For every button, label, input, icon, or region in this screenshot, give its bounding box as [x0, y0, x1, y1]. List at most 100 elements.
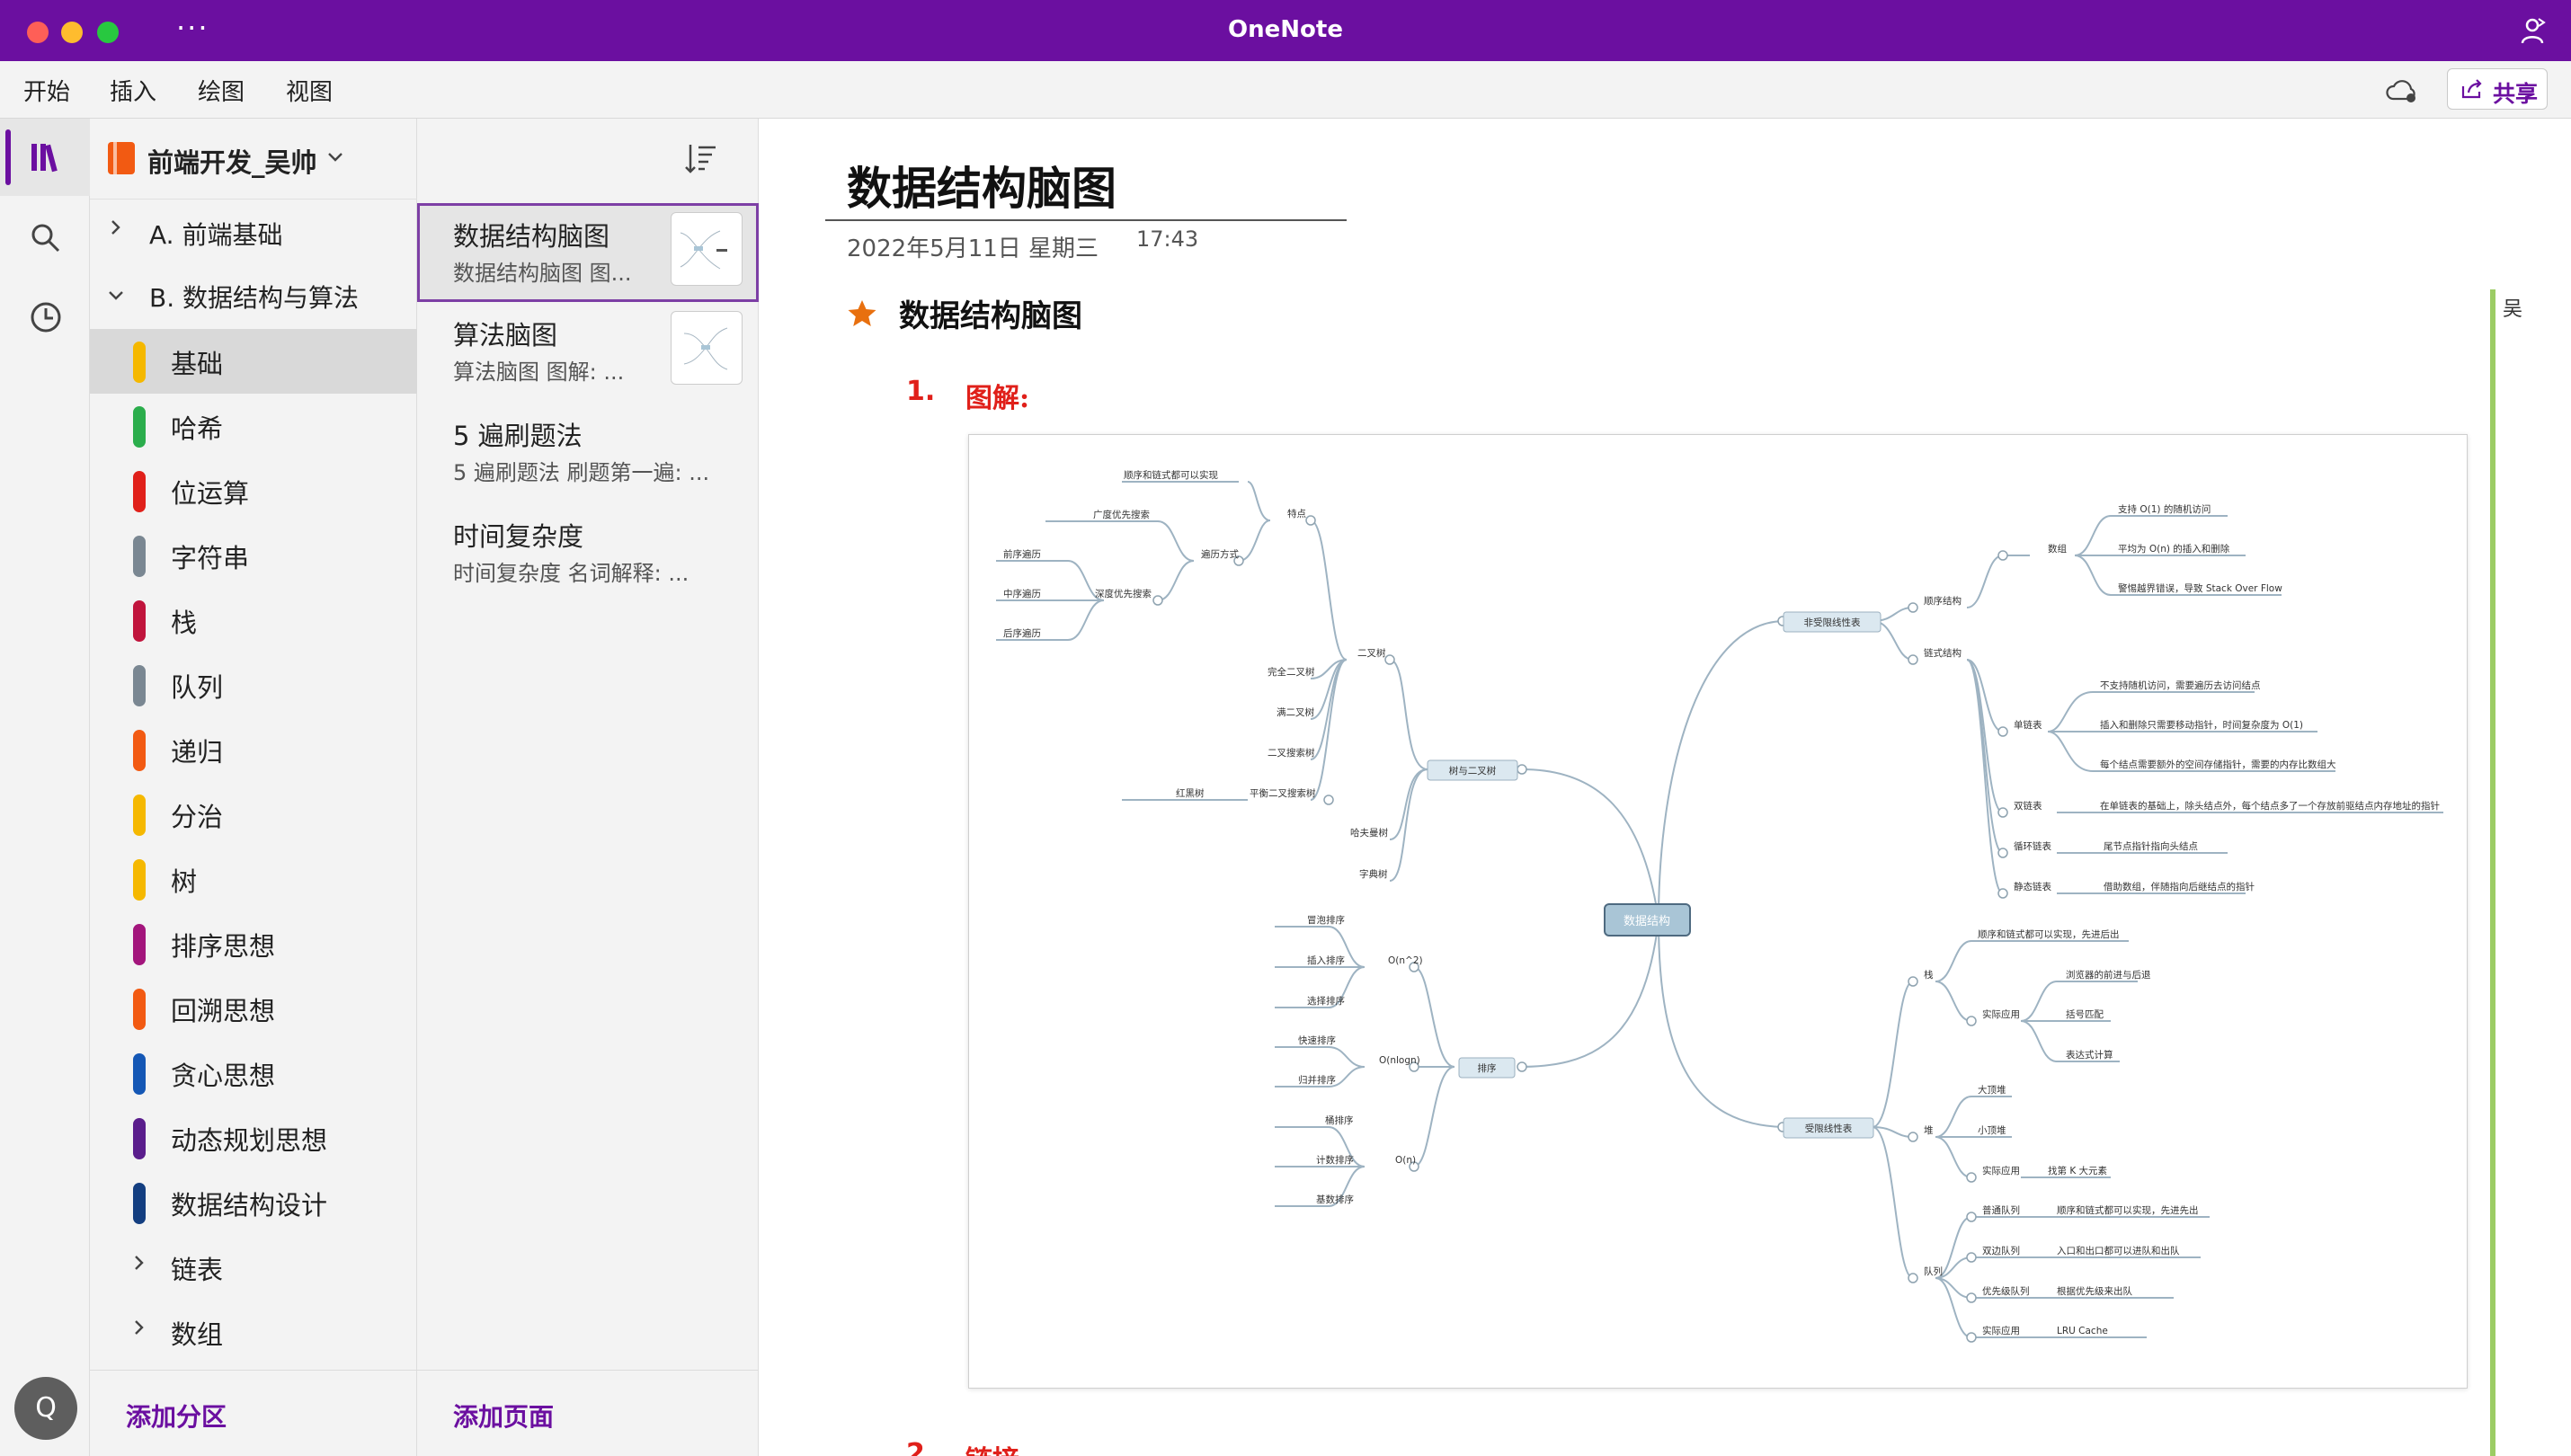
list-item-text[interactable]: 图解:	[965, 376, 1029, 415]
recent-icon[interactable]	[29, 300, 63, 338]
section-label: 字符串	[171, 543, 250, 573]
mindmap-node: 二叉搜索树	[1268, 747, 1315, 759]
page-preview: 数据结构脑图 图...	[453, 261, 632, 286]
mindmap-node: 在单链表的基础上，除头结点外，每个结点多了一个存放前驱结点内存地址的指针	[2100, 800, 2440, 812]
section-item[interactable]: 字符串	[90, 523, 417, 588]
mindmap-node: 平均为 O(n) 的插入和删除	[2118, 543, 2230, 555]
mindmap-node: 快速排序	[1298, 1034, 1336, 1046]
section-group-linked-list[interactable]: 链表	[90, 1235, 417, 1300]
page-preview: 5 遍刷题法 刷题第一遍: ...	[453, 460, 710, 485]
mindmap-node: 顺序和链式都可以实现，先进先出	[2057, 1204, 2199, 1216]
page-thumbnail	[671, 311, 743, 385]
share-button[interactable]: 共享	[2447, 68, 2548, 110]
title-underline	[825, 219, 1347, 221]
mindmap-node: 大顶堆	[1978, 1084, 2006, 1096]
section-item[interactable]: 分治	[90, 782, 417, 847]
section-item[interactable]: 位运算	[90, 458, 417, 523]
mindmap-image[interactable]: 数据结构 树与二叉树 排序 非受限线性表 受限线性表 二叉树 特点 顺序和链式都…	[968, 434, 2468, 1389]
tab-draw[interactable]: 绘图	[198, 74, 245, 107]
section-color-tab	[133, 859, 146, 901]
cloud-sync-icon[interactable]	[2384, 77, 2420, 104]
section-item[interactable]: 回溯思想	[90, 976, 417, 1041]
mindmap-node: 数组	[2048, 543, 2068, 555]
mindmap-node: 顺序和链式都可以实现，先进后出	[1978, 928, 2120, 940]
section-item[interactable]: 动态规划思想	[90, 1105, 417, 1170]
section-group-array[interactable]: 数组	[90, 1300, 417, 1364]
sort-icon[interactable]	[683, 140, 719, 180]
search-icon[interactable]	[29, 221, 63, 259]
section-color-tab	[133, 1053, 146, 1095]
mindmap-node: 完全二叉树	[1268, 666, 1315, 678]
section-item[interactable]: 数据结构设计	[90, 1170, 417, 1235]
section-item[interactable]: 基础	[90, 329, 417, 394]
page-item[interactable]: 数据结构脑图 数据结构脑图 图...	[417, 203, 759, 302]
page-title: 数据结构脑图	[453, 221, 610, 252]
section-color-tab	[133, 536, 146, 577]
page-title-heading[interactable]: 数据结构脑图	[847, 153, 1116, 218]
avatar-letter: Q	[35, 1392, 57, 1424]
mindmap-node: O(nlogn)	[1379, 1055, 1420, 1066]
page-thumbnail	[671, 212, 743, 286]
mindmap-node: 浏览器的前进与后退	[2066, 969, 2151, 981]
mindmap-central-label: 数据结构	[1624, 915, 1670, 928]
tab-view[interactable]: 视图	[286, 74, 333, 107]
chevron-down-icon[interactable]	[325, 147, 345, 171]
page-item[interactable]: 5 遍刷题法 5 遍刷题法 刷题第一遍: ...	[417, 403, 759, 502]
section-item[interactable]: 哈希	[90, 394, 417, 458]
mindmap-node: 树与二叉树	[1449, 765, 1497, 777]
mindmap-node: 单链表	[2014, 719, 2042, 731]
page-time: 17:43	[1136, 226, 1199, 252]
section-group-label: A. 前端基础	[149, 220, 283, 250]
mindmap-node: 警惕越界错误，导致 Stack Over Flow	[2118, 582, 2282, 594]
section-item[interactable]: 队列	[90, 653, 417, 717]
mindmap-node: 小顶堆	[1978, 1125, 2006, 1136]
rail-selected-indicator	[5, 129, 11, 185]
section-item[interactable]: 树	[90, 847, 417, 911]
mindmap-node: 实际应用	[1982, 1008, 2020, 1020]
mindmap-node: 非受限线性表	[1804, 617, 1861, 628]
section-group-b[interactable]: B. 数据结构与算法	[90, 264, 417, 329]
add-section-button[interactable]: 添加分区	[90, 1370, 417, 1456]
notebooks-button[interactable]	[0, 119, 90, 196]
chevron-down-icon	[106, 284, 126, 309]
add-page-button[interactable]: 添加页面	[417, 1370, 759, 1456]
mindmap-node: 支持 O(1) 的随机访问	[2118, 503, 2211, 515]
mindmap-node: 选择排序	[1307, 995, 1345, 1007]
mindmap-node: 双链表	[2014, 800, 2042, 812]
mindmap-node: 优先级队列	[1982, 1285, 2030, 1297]
mindmap-node: 平衡二叉搜索树	[1250, 787, 1316, 799]
mindmap-node: 受限线性表	[1805, 1123, 1853, 1134]
page-preview: 时间复杂度 名词解释: ...	[453, 561, 689, 586]
section-pane: 前端开发_吴帅 A. 前端基础 B. 数据结构与算法 基础 哈希 位运算字符串栈队列…	[90, 119, 417, 1456]
section-label: 贪心思想	[171, 1061, 276, 1091]
section-group-a[interactable]: A. 前端基础	[90, 200, 417, 264]
mindmap-node: 满二叉树	[1277, 706, 1314, 718]
mindmap-node: 找第 K 大元素	[2048, 1165, 2107, 1176]
mindmap-node: 静态链表	[2014, 881, 2052, 892]
page-list-pane: 数据结构脑图 数据结构脑图 图... 算法脑图 算法脑图 图解: ... 5 遍…	[417, 119, 759, 1456]
share-label: 共享	[2493, 81, 2539, 107]
section-item[interactable]: 栈	[90, 588, 417, 653]
section-item[interactable]: 递归	[90, 717, 417, 782]
list-number: 1.	[906, 376, 936, 407]
list-item-text[interactable]: 链接	[965, 1438, 1019, 1456]
section-group-label: B. 数据结构与算法	[149, 283, 360, 313]
title-bar: ··· OneNote	[0, 0, 2571, 61]
page-item[interactable]: 算法脑图 算法脑图 图解: ...	[417, 302, 759, 401]
section-label: 栈	[171, 608, 198, 638]
mindmap-node: 顺序结构	[1924, 595, 1962, 607]
person-sync-icon[interactable]	[2517, 16, 2548, 47]
outline-heading[interactable]: 数据结构脑图	[899, 291, 1082, 335]
mindmap-node: 插入和删除只需要移动指针，时间复杂度为 O(1)	[2100, 719, 2303, 731]
share-icon	[2460, 78, 2484, 103]
section-color-tab	[133, 730, 146, 771]
section-item[interactable]: 排序思想	[90, 911, 417, 976]
tab-home[interactable]: 开始	[23, 74, 70, 107]
notebook-header[interactable]: 前端开发_吴帅	[90, 119, 417, 200]
avatar[interactable]: Q	[14, 1377, 77, 1440]
notebooks-icon	[29, 140, 63, 178]
page-item[interactable]: 时间复杂度 时间复杂度 名词解释: ...	[417, 503, 759, 602]
section-list: 基础 哈希 位运算字符串栈队列 递归 分治树排序思想 回溯思想贪心思想动态规划思想 数据结构…	[90, 329, 417, 1235]
tab-insert[interactable]: 插入	[110, 74, 156, 107]
section-item[interactable]: 贪心思想	[90, 1041, 417, 1105]
